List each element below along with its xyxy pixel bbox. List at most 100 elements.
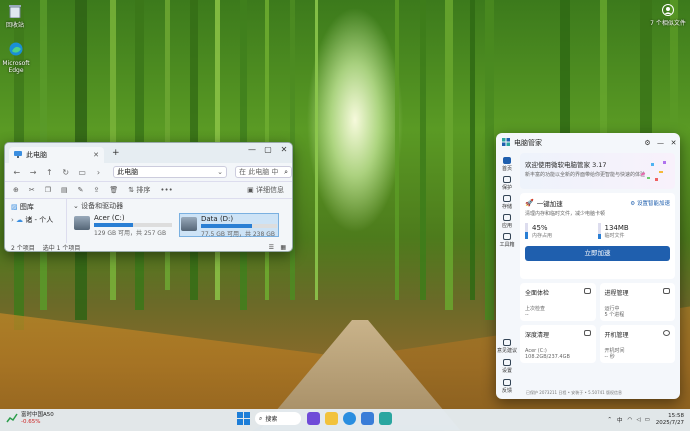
pcm-title: 电脑管家: [514, 139, 542, 147]
volume-icon[interactable]: ◁: [636, 417, 640, 423]
clock[interactable]: 15:58 2025/7/27: [656, 413, 684, 427]
pcm-footer: 已保护 2073211 日程 • 安装于 • 5.50741 版权信息: [526, 390, 622, 395]
search-box[interactable]: 在 此电脑 中 ⌕: [234, 166, 292, 178]
section-label: 设备和驱动器: [81, 202, 124, 210]
drive-usage-fill: [94, 223, 133, 227]
forward-arrow-icon[interactable]: →: [27, 168, 38, 177]
sidebar-item-personal[interactable]: › ☁ 诸 - 个人: [11, 215, 66, 225]
chevron-up-icon[interactable]: ⌃: [607, 417, 612, 423]
computer-icon: [14, 150, 22, 160]
cloud-icon: ☁: [16, 216, 24, 224]
stock-widget[interactable]: 富时中国A50 -0.65%: [6, 412, 54, 426]
system-tray: ⌃ 中 ◠ ◁ ▭ 15:58 2025/7/27: [607, 413, 684, 427]
boost-now-button[interactable]: 立即加速: [525, 246, 670, 261]
new-item-icon[interactable]: ⊕: [13, 186, 19, 194]
drive-d[interactable]: Data (D:) 77.5 GB 可用，共 238 GB: [179, 213, 279, 238]
card-title: 深度清理: [525, 332, 550, 339]
details-button[interactable]: ▣ 详细信息: [247, 185, 284, 195]
sidebar-item-gallery[interactable]: ▨ 图库: [11, 202, 66, 212]
pcm-minimize-button[interactable]: —: [654, 139, 667, 147]
window-controls: — ▢ ✕: [244, 143, 292, 157]
section-header[interactable]: ⌄ 设备和驱动器: [73, 201, 286, 211]
copy-icon[interactable]: ❐: [45, 186, 51, 194]
details-label: 详细信息: [256, 186, 284, 194]
windows-drive-icon: [74, 216, 90, 230]
refresh-icon[interactable]: ↻: [60, 168, 71, 177]
home-icon: [503, 157, 511, 164]
sort-button[interactable]: ⇅ 排序: [128, 185, 150, 195]
edit-icon: [503, 339, 511, 346]
desktop-icon-label: Microsoft Edge: [2, 60, 30, 74]
list-view-icon[interactable]: ☰: [269, 244, 274, 251]
desktop-icon-edge[interactable]: Microsoft Edge: [2, 42, 30, 74]
explorer-content: ⌄ 设备和驱动器 Acer (C:) 129 GB 可用，共 257 GB Da…: [67, 199, 292, 243]
desktop-icon-recycle-bin[interactable]: 回收站: [4, 4, 26, 29]
battery-icon[interactable]: ▭: [645, 417, 650, 423]
pc-manager-icon[interactable]: [379, 412, 392, 425]
card-full-scan[interactable]: 全面体检 上次检查 --: [520, 283, 596, 321]
tab-close-icon[interactable]: ✕: [93, 151, 99, 159]
nav-protect[interactable]: 保护: [496, 176, 518, 191]
confetti-icon: [640, 161, 666, 181]
taskbar: 富时中国A50 -0.65% ⌕ 搜索 ⌃ 中 ◠ ◁ ▭ 15:58 2025…: [0, 409, 690, 431]
broom-icon: [583, 330, 591, 336]
status-bar: 2 个项目 选中 1 个项目 ☰ ▦: [5, 243, 292, 251]
pcm-close-button[interactable]: ✕: [667, 139, 680, 147]
new-tab-icon[interactable]: +: [112, 148, 120, 158]
explorer-titlebar[interactable]: 此电脑 ✕ + — ▢ ✕: [5, 143, 292, 163]
memory-gauge-fill: [525, 231, 528, 239]
nav-home[interactable]: 首页: [496, 157, 518, 172]
drive-size: 77.5 GB 可用，共 238 GB: [201, 231, 275, 238]
nav-feedback[interactable]: 反馈: [496, 379, 518, 394]
desktop-account[interactable]: 7 个相似文件: [650, 4, 686, 27]
nav-label: 反馈: [501, 388, 512, 394]
nav-feedback-suggest[interactable]: 意见建议: [496, 339, 518, 354]
smart-boost-settings-link[interactable]: ⚙ 设置智能加速: [630, 199, 670, 207]
file-explorer-window[interactable]: 此电脑 ✕ + — ▢ ✕ ← → ↑ ↻ ▭ › 此电脑 ⌄ 在 此电脑 中 …: [4, 142, 293, 252]
wifi-icon[interactable]: ◠: [628, 417, 633, 423]
chevron-down-icon[interactable]: ⌄: [217, 168, 223, 176]
explorer-toolbar: ⊕ ✂ ❐ ▤ ✎ ⇪ 🗑 ⇅ 排序 ••• ▣ 详细信息: [5, 182, 292, 199]
desktop-icon-label: 回收站: [5, 22, 24, 29]
card-deep-clean[interactable]: 深度清理 Acer (C:) 108.2GB/237.4GB: [520, 325, 596, 363]
copilot-icon[interactable]: [307, 412, 320, 425]
nav-settings[interactable]: 设置: [496, 359, 518, 374]
drive-usage-fill: [201, 224, 252, 228]
pcm-titlebar[interactable]: 电脑管家 ⚙ — ✕: [496, 133, 680, 153]
nav-label: 设置: [501, 368, 512, 374]
store-icon[interactable]: [361, 412, 374, 425]
minimize-button[interactable]: —: [244, 143, 260, 157]
boost-card: 🚀 一键加速 ⚙ 设置智能加速 清理内存和临时文件，减少电脑卡顿 45% 内存占用…: [520, 193, 675, 279]
drive-icon: [181, 217, 197, 231]
share-icon[interactable]: ⇪: [94, 186, 100, 194]
chevron-right-icon[interactable]: ›: [11, 216, 14, 224]
paste-icon[interactable]: ▤: [61, 186, 68, 194]
start-button[interactable]: [237, 412, 250, 425]
pcm-settings-button[interactable]: ⚙: [641, 139, 654, 147]
card-process-manager[interactable]: 进程管理 运行中 5 个进程: [599, 283, 675, 321]
drive-c[interactable]: Acer (C:) 129 GB 可用，共 257 GB: [73, 213, 173, 237]
card-startup-manager[interactable]: 开机管理 开机时间 -- 秒: [599, 325, 675, 363]
explorer-tab[interactable]: 此电脑 ✕: [9, 147, 104, 163]
file-explorer-icon[interactable]: [325, 412, 338, 425]
pc-manager-window[interactable]: 电脑管家 ⚙ — ✕ 首页 保护 存储 应用 工具箱 意见建议 设置 反馈 欢迎…: [496, 133, 680, 399]
rename-icon[interactable]: ✎: [78, 186, 84, 194]
language-indicator[interactable]: 中: [617, 416, 623, 424]
more-button[interactable]: •••: [160, 186, 172, 194]
nav-toolbox[interactable]: 工具箱: [496, 233, 518, 248]
nav-apps[interactable]: 应用: [496, 214, 518, 229]
delete-icon[interactable]: 🗑: [109, 186, 118, 194]
explorer-navbar: ← → ↑ ↻ ▭ › 此电脑 ⌄ 在 此电脑 中 ⌕: [5, 163, 292, 182]
up-arrow-icon[interactable]: ↑: [44, 168, 55, 177]
close-button[interactable]: ✕: [276, 143, 292, 157]
edge-icon[interactable]: [343, 412, 356, 425]
cut-icon[interactable]: ✂: [29, 186, 35, 194]
taskbar-search[interactable]: ⌕ 搜索: [255, 412, 301, 425]
maximize-button[interactable]: ▢: [260, 143, 276, 157]
tile-view-icon[interactable]: ▦: [280, 244, 286, 251]
address-bar[interactable]: 此电脑 ⌄: [113, 166, 227, 178]
shield-icon: [503, 176, 511, 183]
toolbox-icon: [503, 233, 511, 240]
back-arrow-icon[interactable]: ←: [11, 168, 22, 177]
nav-storage[interactable]: 存储: [496, 195, 518, 210]
